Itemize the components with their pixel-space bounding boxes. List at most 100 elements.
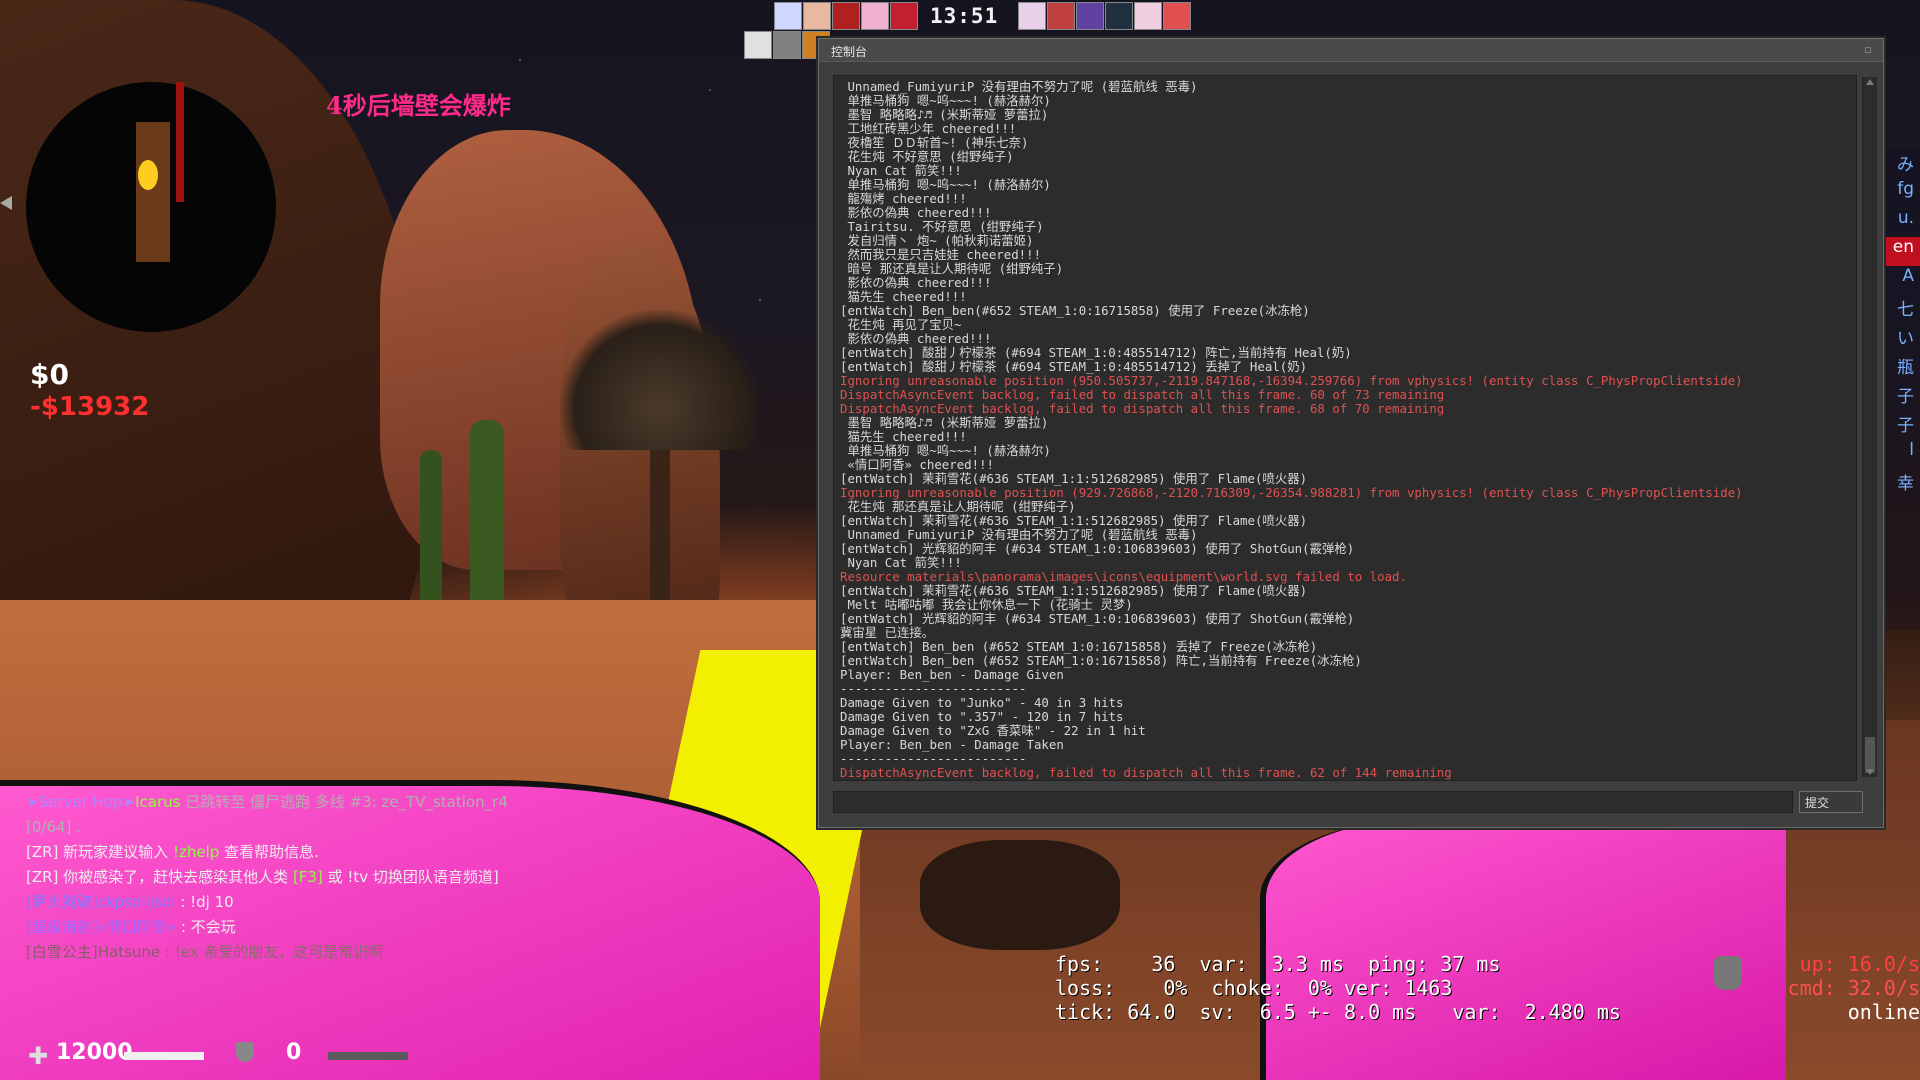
round-timer: 13:51 [930,4,999,28]
player-avatar [774,2,802,30]
console-line: ------------------------- [840,751,1027,766]
chat-text: 已跳转至 僵尸逃跑 多线 #3: ze_TV_station_r4 [180,793,508,811]
weapon-viewmodel-pink-right [1260,820,1786,1080]
console-titlebar[interactable]: 控制台 ▫ [819,39,1883,62]
console-line: 猫先生 cheered!!! [840,289,967,304]
radar-bar [176,82,184,202]
console-line: Unnamed_FumiyuriP 没有理由不努力了呢 (碧蓝航线 恶毒) [840,527,1198,542]
console-line: 影依の偽典 cheered!!! [840,331,992,346]
console-line: Player: Ben_ben - Damage Given [840,667,1064,682]
console-title: 控制台 [831,45,868,59]
chat-name: Icarus [135,793,181,811]
scrollbar-thumb[interactable] [1865,737,1875,773]
console-line: 花生炖 不好意思 (绀野纯子) [840,149,1014,164]
console-line: 暗号 那还真是让人期待呢 (绀野纯子) [840,261,1064,276]
console-line: 龍殤烤 cheered!!! [840,191,967,206]
console-line: [entWatch] 酸甜丿柠檬茶 (#694 STEAM_1:0:485514… [840,359,1308,374]
console-log[interactable]: Unnamed_FumiyuriP 没有理由不努力了呢 (碧蓝航线 恶毒) 单推… [833,75,1857,781]
console-line: 然而我只是只吉娃娃 cheered!!! [840,247,1042,262]
scroll-down-arrow-icon[interactable] [1866,769,1874,775]
player-avatar [1134,2,1162,30]
radar-map-shape [136,122,170,262]
console-line: DispatchAsyncEvent backlog, failed to di… [840,780,1444,781]
chat-name: «情口阿香» [97,918,177,936]
console-line: DispatchAsyncEvent backlog, failed to di… [840,387,1445,402]
console-log-lines: Unnamed_FumiyuriP 没有理由不努力了呢 (碧蓝航线 恶毒) 单推… [834,76,1856,781]
console-line: 影依の偽典 cheered!!! [840,275,992,290]
console-line: Player: Ben_ben - Damage Taken [840,737,1064,752]
net-graph: fps: 36 var: 3.3 ms ping: 37 ms loss: 0% … [1055,952,1621,1024]
chat-message: ➤Server Hop➤Icarus 已跳转至 僵尸逃跑 多线 #3: ze_T… [26,790,586,815]
console-line: [entWatch] Ben_ben (#652 STEAM_1:0:16715… [840,653,1362,668]
armor-bar [328,1052,408,1060]
chat-message: [白雪公主]Hatsune : !ex 亲爱的朋友，这可是常识啊 [26,940,586,965]
player-avatar [861,2,889,30]
console-line: [entWatch] 光辉貂的阿丰 (#634 STEAM_1:0:106839… [840,611,1355,626]
voice-hand-icon [1714,956,1742,990]
player-avatar [1047,2,1075,30]
chat-prefix: [萨火狗骑] [26,893,98,911]
console-line: 夜櫓笙 ＤＤ斩首~! (神乐七奈) [840,135,1029,150]
console-line: 花生炖 再见了宝贝~ [840,317,962,332]
chat-prefix: [白雪公主] [26,943,98,961]
console-line: Nyan Cat 箭笑!!! [840,163,962,178]
console-line: 发自归情丶 炮~ (帕秋莉诺蕾姬) [840,233,1034,248]
console-line: ------------------------- [840,681,1027,696]
submit-button[interactable]: 提交 [1799,791,1863,813]
chat-log: ➤Server Hop➤Icarus 已跳转至 僵尸逃跑 多线 #3: ze_T… [26,790,586,965]
player-avatar [1105,2,1133,30]
chat-message: [超级海豹]«情口阿香» : 不会玩 [26,915,586,940]
player-avatar [744,31,772,59]
scroll-up-arrow-icon[interactable] [1866,79,1874,85]
chat-text: : 不会玩 [176,918,236,936]
chat-message: [0/64] . [26,815,586,840]
console-line: [entWatch] 茉莉雪花(#636 STEAM_1:1:512682985… [840,513,1308,528]
console-line: [entWatch] Ben_ben (#652 STEAM_1:0:16715… [840,639,1318,654]
player-avatar [803,2,831,30]
chat-name: !zhelp [172,843,220,861]
netgraph-status: online [1847,1000,1920,1024]
console-line: 墨智 略略略♪♬ (米斯蒂娅 萝蕾拉) [840,107,1049,122]
player-avatar [832,2,860,30]
console-command-input[interactable] [833,791,1793,813]
player-model [920,840,1120,950]
console-line: 冀宙星 已连接。 [840,625,935,640]
console-line: Ignoring unreasonable position (929.7268… [840,485,1743,500]
netgraph-cmd: cmd: 32.0/s [1787,976,1920,1000]
console-line: [entWatch] 茉莉雪花(#636 STEAM_1:1:512682985… [840,471,1308,486]
console-line: Resource materials\panorama\images\icons… [840,569,1407,584]
console-line: [entWatch] 光辉貂的阿丰 (#634 STEAM_1:0:106839… [840,541,1355,556]
console-scrollbar[interactable] [1862,77,1877,777]
player-avatar [1076,2,1104,30]
console-line: [entWatch] 酸甜丿柠檬茶 (#694 STEAM_1:0:485514… [840,345,1352,360]
console-line: DispatchAsyncEvent backlog, failed to di… [840,401,1445,416]
chat-message: [萨火狗骑]ckpsdiljsdi : !dj 10 [26,890,586,915]
console-line: 影依の偽典 cheered!!! [840,205,992,220]
health-cross-icon: ✚ [28,1042,49,1070]
health-bar [124,1052,204,1060]
close-icon[interactable]: ▫ [1861,43,1875,56]
console-line: Ignoring unreasonable position (950.5057… [840,373,1743,388]
console-line: Damage Given to "ZxG 香菜味" - 22 in 1 hit [840,723,1146,738]
chat-text: : !ex 亲爱的朋友，这可是常识啊 [160,943,384,961]
health-value: 12000 [56,1040,133,1065]
console-line: 单推马桶狗 嗯~呜~~~! (赫洛赫尔) [840,93,1051,108]
console-line: 单推马桶狗 嗯~呜~~~! (赫洛赫尔) [840,177,1051,192]
chat-prefix: [超级海豹] [26,918,98,936]
armor-shield-icon [236,1042,254,1062]
chat-prefix: [ZR] 你被感染了，赶快去感染其他人类 [26,868,293,886]
console-line: Melt 咕嘟咕嘟 我会让你休息一下 (花骑士 灵梦) [840,597,1133,612]
netgraph-line-3: tick: 64.0 sv: 6.5 +- 8.0 ms var: 2.480 … [1055,1000,1621,1024]
chat-name: [F3] [292,868,323,886]
console-line: 花生炖 那还真是让人期待呢 (绀野纯子) [840,499,1076,514]
cactus-arm-icon [420,450,442,620]
chat-message: [ZR] 你被感染了，赶快去感染其他人类 [F3] 或 !tv 切换团队语音频道… [26,865,586,890]
player-avatar [1018,2,1046,30]
console-line: «情口阿香» cheered!!! [840,457,994,472]
console-window[interactable]: 控制台 ▫ Unnamed_FumiyuriP 没有理由不努力了呢 (碧蓝航线 … [818,38,1884,828]
netgraph-line-2: loss: 0% choke: 0% ver: 1463 [1055,976,1453,1000]
chat-name: ckpsdiljsdi [97,893,176,911]
radar-left-arrow-icon [0,196,12,210]
console-line: Damage Given to "Junko" - 40 in 3 hits [840,695,1124,710]
console-line: Unnamed_FumiyuriP 没有理由不努力了呢 (碧蓝航线 恶毒) [840,79,1198,94]
